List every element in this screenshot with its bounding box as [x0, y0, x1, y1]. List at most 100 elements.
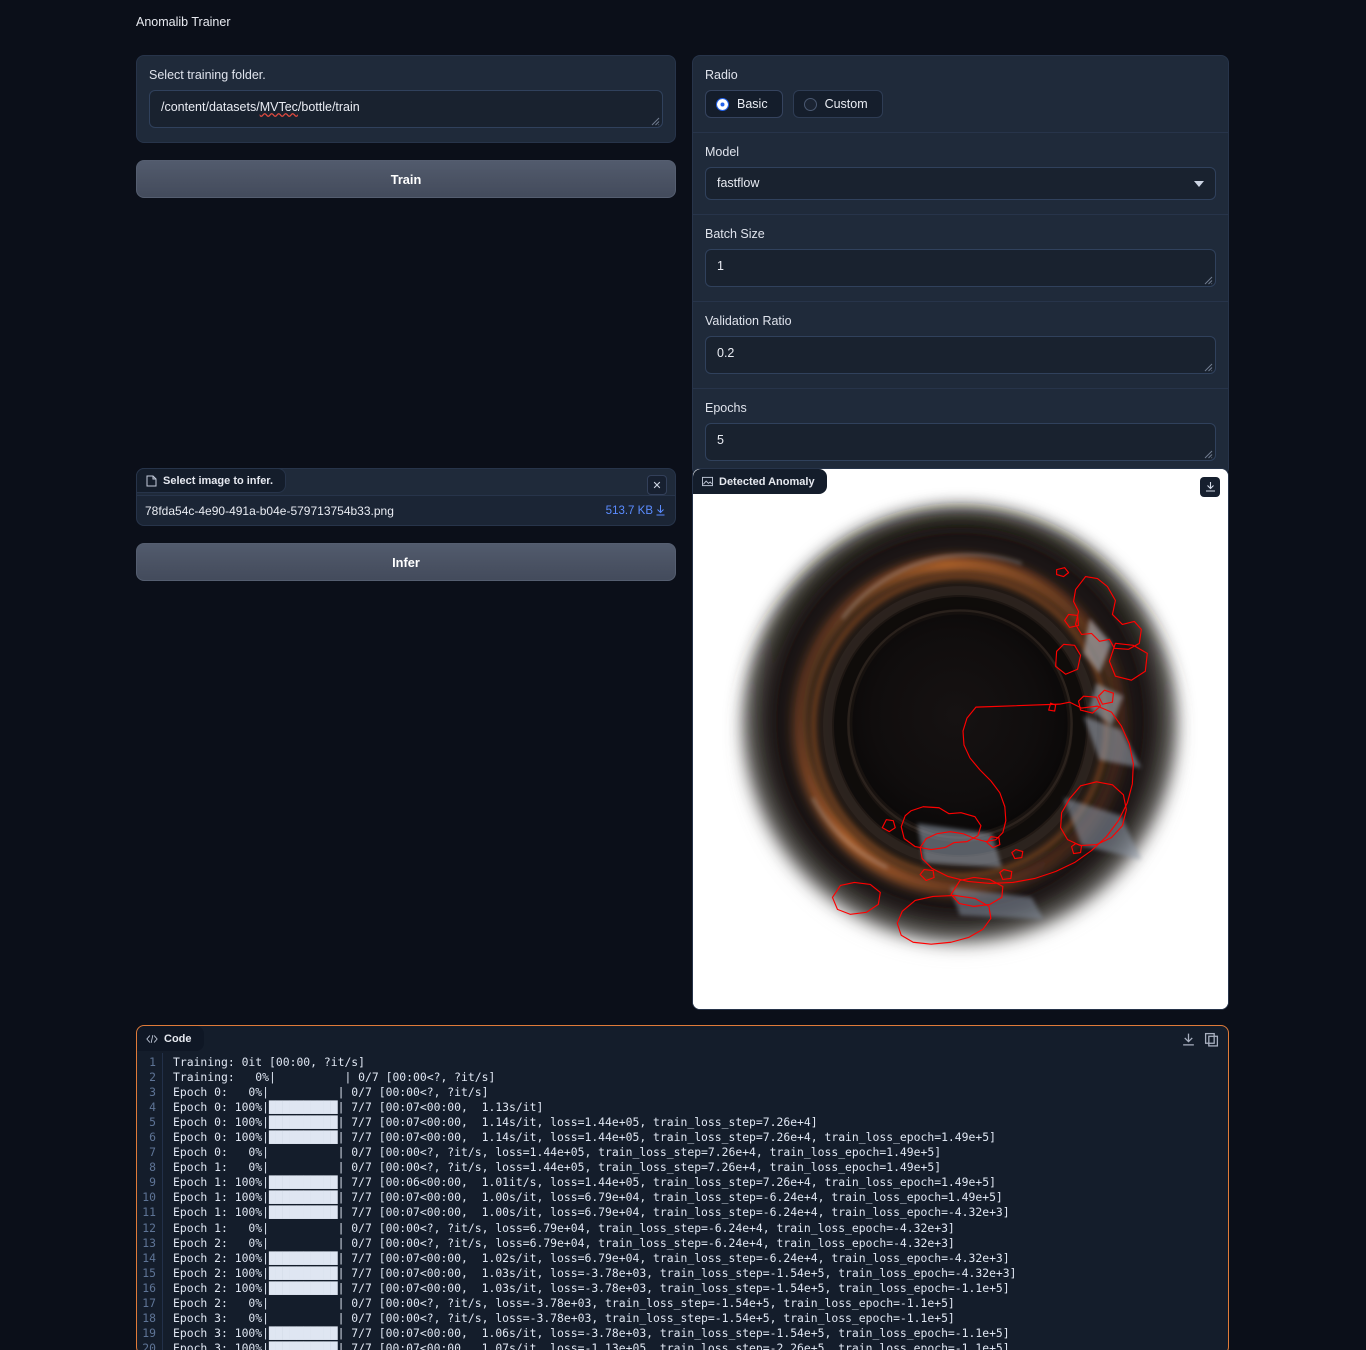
uploaded-file-name: 78fda54c-4e90-491a-b04e-579713754b33.png — [145, 503, 394, 518]
training-folder-value-suffix: /bottle/train — [297, 100, 360, 114]
infer-upload-label: Select image to infer. — [163, 474, 274, 487]
code-console-panel: Code 1 2 3 4 5 6 7 8 9 10 11 12 13 14 15 16 17 18 19 20 Tra… — [136, 1025, 1229, 1350]
file-icon — [146, 475, 157, 486]
resize-grip-icon[interactable] — [1202, 448, 1213, 459]
radio-option-basic[interactable]: Basic — [705, 90, 783, 118]
code-line: Epoch 2: 0%| | 0/7 [00:00<?, ?it/s, loss… — [173, 1295, 955, 1310]
code-line-number: 13 — [142, 1235, 156, 1250]
training-folder-input[interactable]: /content/datasets/MVTec/bottle/train — [149, 90, 663, 128]
code-line-number: 5 — [149, 1115, 156, 1130]
model-row: Model fastflow — [693, 133, 1228, 215]
detected-anomaly-label: Detected Anomaly — [719, 475, 815, 488]
code-line-numbers: 1 2 3 4 5 6 7 8 9 10 11 12 13 14 15 16 17 18 19 20 — [137, 1053, 163, 1350]
infer-column: Select image to infer. ✕ 78fda54c-4e90-4… — [136, 468, 676, 581]
batch-size-row: Batch Size 1 — [693, 215, 1228, 302]
uploaded-file-row[interactable]: 78fda54c-4e90-491a-b04e-579713754b33.png… — [137, 495, 675, 525]
radio-dot-custom-icon — [803, 97, 817, 111]
code-line: Epoch 0: 0%| | 0/7 [00:00<?, ?it/s, loss… — [173, 1145, 942, 1160]
chevron-down-icon[interactable] — [1194, 181, 1204, 187]
uploaded-file-size-download[interactable]: 513.7 KB — [606, 505, 665, 517]
code-line-number: 7 — [149, 1145, 156, 1160]
output-image-column: Detected Anomaly — [692, 468, 1229, 1010]
infer-clear-button[interactable]: ✕ — [647, 475, 667, 495]
code-console-tab-label: Code — [164, 1032, 192, 1045]
uploaded-file-size: 513.7 KB — [605, 504, 653, 517]
batch-size-label: Batch Size — [705, 227, 765, 241]
radio-option-custom-label: Custom — [824, 97, 868, 111]
code-line-number: 3 — [149, 1085, 156, 1100]
batch-size-value: 1 — [717, 259, 724, 273]
train-button[interactable]: Train — [136, 160, 676, 198]
anomaly-image — [693, 469, 1228, 1009]
radio-row: Radio Basic Custom — [693, 56, 1228, 133]
infer-button[interactable]: Infer — [136, 543, 676, 581]
code-line-number: 2 — [149, 1070, 156, 1085]
code-line-number: 8 — [149, 1160, 156, 1175]
code-line: Epoch 0: 100%|██████████| 7/7 [00:07<00:… — [173, 1115, 818, 1130]
epochs-value: 5 — [717, 433, 724, 447]
image-icon — [702, 476, 713, 487]
code-line: Epoch 1: 100%|██████████| 7/7 [00:07<00:… — [173, 1205, 1010, 1220]
infer-upload-tab: Select image to infer. — [136, 468, 287, 493]
model-select[interactable]: fastflow — [705, 167, 1216, 200]
radio-group: Basic Custom — [705, 90, 1216, 118]
code-line: Epoch 1: 0%| | 0/7 [00:00<?, ?it/s, loss… — [173, 1160, 942, 1175]
code-line-number: 1 — [149, 1055, 156, 1069]
copy-icon[interactable] — [1204, 1032, 1219, 1047]
code-line: Training: 0it [00:00, ?it/s] — [173, 1055, 366, 1069]
radio-option-basic-label: Basic — [737, 97, 768, 111]
infer-upload-panel: Select image to infer. ✕ 78fda54c-4e90-4… — [136, 468, 676, 526]
code-icon — [146, 1034, 158, 1043]
download-icon[interactable] — [656, 505, 665, 516]
batch-size-input[interactable]: 1 — [705, 249, 1216, 287]
code-line: Training: 0%| | 0/7 [00:00<?, ?it/s] — [173, 1070, 496, 1085]
settings-column: Radio Basic Custom Model fastflow Batch … — [692, 55, 1229, 476]
training-folder-value-misspelled: MVTec — [259, 100, 298, 114]
code-line: Epoch 2: 0%| | 0/7 [00:00<?, ?it/s, loss… — [173, 1235, 955, 1250]
code-log-output: Training: 0it [00:00, ?it/s] Training: 0%… — [163, 1053, 1017, 1350]
code-line: Epoch 1: 0%| | 0/7 [00:00<?, ?it/s, loss… — [173, 1220, 955, 1235]
code-line-number: 20 — [142, 1340, 156, 1350]
epochs-input[interactable]: 5 — [705, 423, 1216, 461]
code-line: Epoch 0: 100%|██████████| 7/7 [00:07<00:… — [173, 1130, 996, 1145]
page-title: Anomalib Trainer — [136, 15, 231, 29]
radio-label: Radio — [705, 68, 738, 82]
radio-option-custom[interactable]: Custom — [792, 90, 883, 118]
training-folder-value-prefix: /content/datasets/ — [161, 100, 260, 114]
code-console-body[interactable]: 1 2 3 4 5 6 7 8 9 10 11 12 13 14 15 16 17 18 19 20 Training… — [137, 1053, 1228, 1350]
code-line-number: 6 — [149, 1130, 156, 1145]
resize-grip-icon[interactable] — [649, 115, 660, 126]
epochs-label: Epochs — [705, 401, 747, 415]
validation-ratio-value: 0.2 — [717, 346, 735, 360]
code-line: Epoch 1: 100%|██████████| 7/7 [00:06<00:… — [173, 1175, 996, 1190]
code-line-number: 15 — [142, 1265, 156, 1280]
code-line-number: 14 — [142, 1250, 156, 1265]
detected-anomaly-panel: Detected Anomaly — [692, 468, 1229, 1010]
image-download-button[interactable] — [1200, 477, 1220, 497]
validation-ratio-input[interactable]: 0.2 — [705, 336, 1216, 374]
download-icon[interactable] — [1181, 1032, 1196, 1047]
code-line-number: 17 — [142, 1295, 156, 1310]
training-column: Select training folder. /content/dataset… — [136, 55, 676, 198]
settings-panel: Radio Basic Custom Model fastflow Batch … — [692, 55, 1229, 476]
code-line: Epoch 2: 100%|██████████| 7/7 [00:07<00:… — [173, 1265, 1017, 1280]
radio-dot-basic-icon — [716, 97, 729, 111]
code-line-number: 19 — [142, 1325, 156, 1340]
code-line: Epoch 3: 100%|██████████| 7/7 [00:07<00:… — [173, 1340, 1010, 1350]
resize-grip-icon[interactable] — [1202, 274, 1213, 285]
detected-anomaly-tab: Detected Anomaly — [693, 469, 827, 494]
model-label: Model — [705, 145, 740, 159]
code-line: Epoch 3: 0%| | 0/7 [00:00<?, ?it/s, loss… — [173, 1310, 955, 1325]
code-line-number: 11 — [142, 1205, 156, 1220]
code-line: Epoch 0: 100%|██████████| 7/7 [00:07<00:… — [173, 1100, 544, 1115]
code-line: Epoch 1: 100%|██████████| 7/7 [00:07<00:… — [173, 1190, 1003, 1205]
code-line: Epoch 3: 100%|██████████| 7/7 [00:07<00:… — [173, 1325, 1010, 1340]
training-folder-label: Select training folder. — [149, 68, 266, 82]
code-line-number: 10 — [142, 1190, 156, 1205]
resize-grip-icon[interactable] — [1202, 361, 1213, 372]
download-icon — [1205, 482, 1215, 492]
code-line: Epoch 2: 100%|██████████| 7/7 [00:07<00:… — [173, 1250, 1010, 1265]
code-line-number: 4 — [149, 1100, 156, 1115]
model-selected-value: fastflow — [717, 176, 760, 190]
code-console-actions — [1181, 1032, 1219, 1047]
